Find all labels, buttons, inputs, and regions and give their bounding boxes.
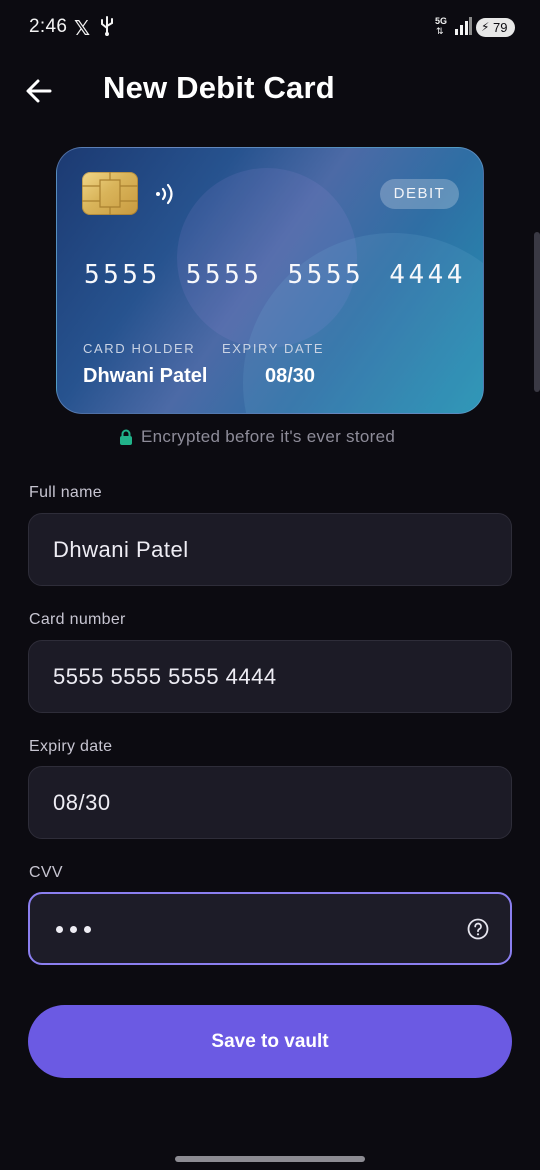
expiry-date-label: Expiry date <box>29 738 113 755</box>
network-5g-icon: 5G ⇅ <box>435 16 448 36</box>
status-bar: 2:46 𝕏 5G ⇅ ⚡ 79 <box>0 0 540 56</box>
card-holder-name: Dhwani Patel <box>83 365 208 387</box>
screen: 2:46 𝕏 5G ⇅ ⚡ 79 New Debit Card DEBIT 55… <box>0 0 540 1170</box>
chip-icon <box>82 172 138 215</box>
scrollbar[interactable] <box>534 232 540 392</box>
arrow-left-icon <box>26 79 52 103</box>
security-note-text: Encrypted before it's ever stored <box>141 427 396 446</box>
cvv-field[interactable] <box>28 892 512 965</box>
page-title: New Debit Card <box>103 70 335 105</box>
signal-icon <box>455 17 472 35</box>
full-name-label: Full name <box>29 484 102 501</box>
security-note: Encrypted before it's ever stored <box>119 427 395 447</box>
lock-icon <box>120 429 132 445</box>
cvv-label: CVV <box>29 864 63 881</box>
debit-card-preview: DEBIT 5555 5555 5555 4444 CARD HOLDER EX… <box>56 147 484 414</box>
x-logo-icon: 𝕏 <box>74 18 91 40</box>
cvv-masked-value[interactable] <box>56 916 91 933</box>
card-number-display: 5555 5555 5555 4444 <box>84 260 466 290</box>
full-name-input[interactable] <box>53 514 453 585</box>
full-name-field[interactable] <box>28 513 512 586</box>
save-to-vault-button[interactable]: Save to vault <box>28 1005 512 1078</box>
card-number-label: Card number <box>29 611 126 628</box>
card-number-field[interactable] <box>28 640 512 713</box>
card-holder-label: CARD HOLDER <box>83 341 196 356</box>
cvv-mask-dot <box>56 926 63 933</box>
home-indicator[interactable] <box>175 1156 365 1162</box>
question-circle-icon[interactable] <box>466 917 490 941</box>
battery-charging-icon: ⚡ 79 <box>476 18 515 37</box>
contactless-icon <box>156 183 173 205</box>
card-type-badge: DEBIT <box>380 179 459 209</box>
cvv-mask-dot <box>84 926 91 933</box>
expiry-date-input[interactable] <box>53 767 453 838</box>
back-button[interactable] <box>22 72 58 110</box>
card-expiry-value: 08/30 <box>265 365 316 387</box>
cvv-mask-dot <box>70 926 77 933</box>
expiry-date-field[interactable] <box>28 766 512 839</box>
status-time: 2:46 <box>29 16 68 37</box>
card-number-input[interactable] <box>53 641 453 712</box>
usb-icon <box>101 16 113 36</box>
expiry-date-label: EXPIRY DATE <box>222 341 325 356</box>
